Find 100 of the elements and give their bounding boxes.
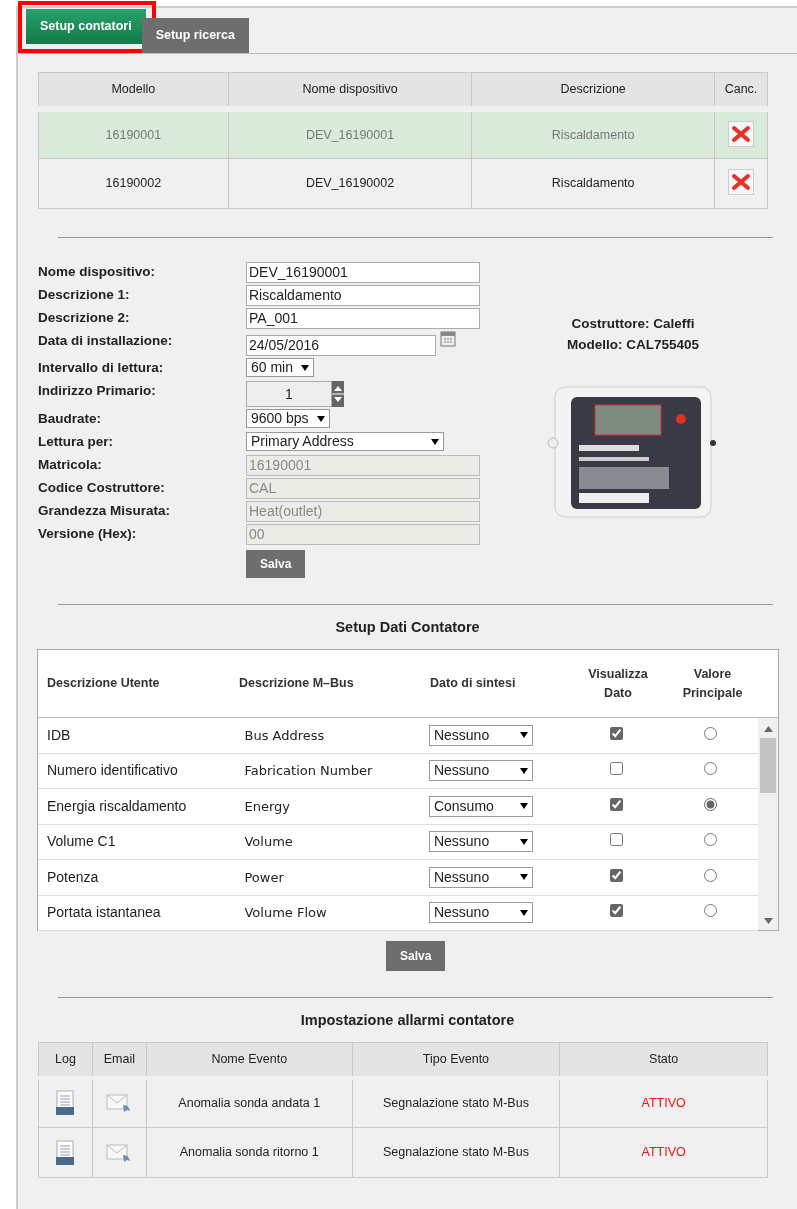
field-label: Grandezza Misurata: [38, 502, 172, 521]
field-label: Versione (Hex): [38, 525, 138, 544]
checkbox[interactable] [609, 868, 623, 882]
section-title: Setup Dati Contatore [334, 618, 481, 638]
dropdown[interactable]: 9600 bps [246, 409, 330, 429]
checkbox[interactable] [609, 833, 623, 847]
table-cell-text: Energia riscaldamento [46, 796, 188, 816]
caret-icon [519, 732, 528, 739]
caret-icon [519, 803, 528, 810]
radio-button[interactable] [704, 904, 718, 918]
email-icon[interactable] [106, 1141, 133, 1164]
column-header: Nome Evento [146, 1042, 353, 1078]
checkbox[interactable] [609, 762, 623, 776]
column-header: Dato di sintesi [430, 675, 517, 693]
number-field[interactable]: 1 [246, 381, 332, 408]
scroll-up-icon[interactable] [763, 726, 773, 732]
dropdown[interactable]: Nessuno [428, 902, 533, 924]
log-icon[interactable] [54, 1139, 77, 1166]
dropdown[interactable]: Nessuno [428, 866, 533, 888]
log-icon[interactable] [54, 1090, 77, 1117]
delete-icon [731, 172, 751, 193]
dropdown[interactable]: Primary Address [246, 432, 444, 452]
spinner-icon[interactable] [332, 381, 344, 408]
caret-icon [519, 909, 528, 916]
checkbox[interactable] [609, 726, 623, 740]
dropdown[interactable]: 60 min [246, 358, 315, 378]
field-label: Descrizione 2: [38, 309, 131, 328]
readonly-field: Heat(outlet) [246, 501, 480, 523]
table-cell-text: Power [243, 868, 285, 887]
date-field[interactable]: 24/05/2016 [246, 335, 436, 357]
radio-button[interactable] [704, 726, 718, 740]
save-button[interactable]: Salva [246, 550, 306, 579]
radio-button[interactable] [704, 762, 718, 776]
tab[interactable]: Setup ricerca [141, 18, 249, 53]
column-header: Valore Principale [681, 665, 744, 702]
table-cell-text: Portata istantanea [46, 903, 162, 923]
table-cell: Anomalia sonda andata 1 [146, 1077, 353, 1128]
dropdown[interactable]: Nessuno [428, 831, 533, 853]
table-cell-text: Bus Address [243, 726, 326, 745]
manufacturer-label: Costruttore: Caleffi [571, 315, 695, 334]
table-cell-text: IDB [46, 725, 72, 745]
table-cell-text: Energy [243, 797, 291, 816]
model-label: Modello: CAL755405 [566, 335, 699, 354]
table-cell: 16190002 [38, 158, 229, 209]
delete-button[interactable] [728, 120, 754, 147]
input-field[interactable]: PA_001 [246, 308, 480, 330]
table-cell-text: Volume [243, 833, 294, 851]
scrollbar[interactable] [758, 718, 778, 930]
column-header: Email [92, 1042, 147, 1078]
column-header: Tipo Evento [352, 1042, 560, 1078]
save-button[interactable]: Salva [386, 941, 446, 971]
table-cell: Riscaldamento [471, 158, 715, 209]
table-cell-text: Numero identificativo [46, 761, 179, 781]
field-label: Lettura per: [38, 433, 114, 452]
column-header: Descrizione Utente [46, 675, 161, 693]
caret-icon [431, 438, 439, 445]
column-header: Descrizione [471, 72, 715, 109]
calendar-icon[interactable] [440, 331, 456, 348]
checkbox[interactable] [609, 904, 623, 918]
caret-icon [519, 874, 528, 881]
readonly-field: 00 [246, 524, 480, 546]
scroll-thumb[interactable] [760, 738, 776, 793]
table-cell-text: Volume Flow [243, 904, 328, 922]
field-label: Descrizione 1: [38, 286, 131, 305]
readonly-field: CAL [246, 478, 480, 500]
field-label: Baudrate: [38, 410, 102, 429]
table-cell: Segnalazione stato M-Bus [352, 1077, 560, 1128]
field-label: Data di installazione: [38, 332, 174, 351]
tab[interactable]: Setup contatori [26, 9, 146, 44]
input-field[interactable]: Riscaldamento [246, 285, 480, 307]
radio-button[interactable] [704, 868, 718, 882]
column-header: Stato [559, 1042, 768, 1078]
column-header: Descrizione M–Bus [238, 675, 355, 693]
table-cell: Anomalia sonda ritorno 1 [146, 1127, 353, 1178]
status-text: ATTIVO [559, 1127, 768, 1178]
field-label: Intervallo di lettura: [38, 359, 165, 378]
column-header: Visualizza Dato [587, 665, 649, 702]
column-header: Canc. [714, 72, 768, 109]
dropdown[interactable]: Nessuno [428, 724, 533, 746]
scroll-down-icon[interactable] [763, 918, 773, 924]
dropdown[interactable]: Nessuno [428, 760, 533, 782]
caret-icon [519, 767, 528, 774]
email-icon[interactable] [106, 1092, 133, 1115]
input-field[interactable]: DEV_16190001 [246, 262, 480, 284]
radio-button[interactable] [704, 833, 718, 847]
column-header: Modello [38, 72, 229, 109]
table-cell-text: Fabrication Number [243, 762, 374, 780]
delete-button[interactable] [728, 169, 754, 196]
status-text: ATTIVO [559, 1077, 768, 1128]
column-header: Log [38, 1042, 93, 1078]
field-label: Matricola: [38, 456, 103, 475]
delete-icon [731, 123, 751, 144]
column-header: Nome dispositivo [228, 72, 472, 109]
field-label: Nome dispositivo: [38, 263, 156, 282]
dropdown[interactable]: Consumo [428, 795, 533, 817]
checkbox[interactable] [609, 797, 623, 811]
caret-icon [316, 415, 325, 422]
table-cell-text: Volume C1 [46, 832, 117, 852]
radio-button[interactable] [704, 797, 718, 811]
table-cell: Segnalazione stato M-Bus [352, 1127, 560, 1178]
